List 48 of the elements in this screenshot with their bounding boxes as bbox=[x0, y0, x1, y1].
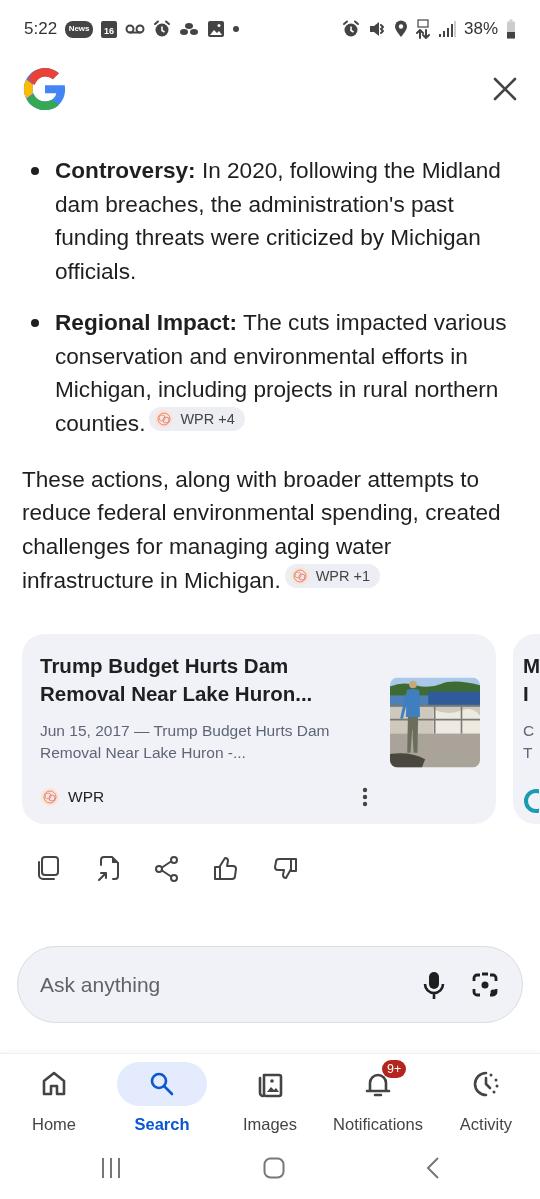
data-icon bbox=[415, 19, 430, 39]
card-title[interactable]: M bbox=[523, 652, 540, 681]
battery-icon bbox=[506, 19, 516, 39]
card-title[interactable]: Trump Budget Hurts Dam Removal Near Lake Huron... bbox=[40, 652, 376, 709]
more-icon[interactable] bbox=[362, 786, 368, 807]
search-field[interactable]: Ask anything bbox=[17, 946, 523, 1024]
gallery-icon bbox=[207, 20, 226, 38]
calendar-icon: 16 bbox=[101, 20, 118, 38]
battery-percent: 38% bbox=[463, 18, 498, 41]
citation-chip[interactable]: WPR +1 bbox=[284, 563, 381, 588]
card-snippet: T bbox=[523, 743, 534, 764]
result-card[interactable]: M I C T bbox=[513, 634, 540, 825]
source-name: WPR bbox=[68, 787, 105, 808]
source-icon bbox=[40, 786, 60, 807]
card-snippet: C bbox=[523, 721, 536, 742]
nav-tab[interactable]: Notifications 9+ bbox=[324, 1062, 432, 1137]
location-icon bbox=[393, 20, 408, 38]
news-icon: News bbox=[65, 20, 94, 38]
answer-paragraph: These actions, along with broader attempts to reduce federal environmental spending, created challenges for managing aging water infrastructure in Michigan. WPR +1 bbox=[22, 465, 502, 595]
notification-badge: 9+ bbox=[382, 1060, 407, 1079]
back-icon[interactable] bbox=[426, 1156, 440, 1180]
microphone-icon[interactable] bbox=[421, 969, 447, 1000]
alarm-icon bbox=[153, 20, 172, 38]
close-button[interactable] bbox=[492, 76, 518, 102]
signal-icon bbox=[437, 20, 456, 38]
source-icon bbox=[523, 788, 539, 815]
clock-time: 5:22 bbox=[24, 18, 58, 41]
bullet-text: Regional Impact: The cuts impacted various conservation and environmental efforts in Michigan, including projects in rural northern counties. WPR +4 bbox=[55, 308, 508, 438]
close-icon bbox=[492, 76, 518, 102]
card-title[interactable]: I bbox=[523, 680, 540, 709]
result-card[interactable]: Trump Budget Hurts Dam Removal Near Lake Huron... Jun 15, 2017 — Trump Budget Hurts Dam Removal Near Lake Huron -... WPR bbox=[22, 634, 496, 825]
dot-icon bbox=[233, 26, 240, 32]
card-snippet: Jun 15, 2017 — Trump Budget Hurts Dam Removal Near Lake Huron -... bbox=[40, 721, 331, 764]
nav-tab[interactable]: Home bbox=[0, 1062, 108, 1137]
home-icon[interactable] bbox=[263, 1157, 285, 1179]
nav-tab[interactable]: Activity bbox=[432, 1062, 540, 1137]
source-icon bbox=[154, 408, 175, 429]
camera-lens-icon[interactable] bbox=[471, 970, 499, 999]
alarm-icon bbox=[341, 20, 360, 38]
cluster-icon bbox=[179, 20, 200, 38]
source-icon bbox=[289, 565, 310, 586]
bullet-icon bbox=[31, 167, 39, 175]
bullet-icon bbox=[31, 318, 39, 327]
recent-apps-icon[interactable] bbox=[100, 1157, 122, 1179]
bullet-text: Controversy: In 2020, following the Midland dam breaches, the administration's past funding threats were criticized by Michigan officials. bbox=[55, 157, 502, 287]
google-logo bbox=[22, 66, 68, 112]
nav-tab[interactable]: Images bbox=[216, 1062, 324, 1137]
citation-chip[interactable]: WPR +4 bbox=[149, 406, 245, 431]
